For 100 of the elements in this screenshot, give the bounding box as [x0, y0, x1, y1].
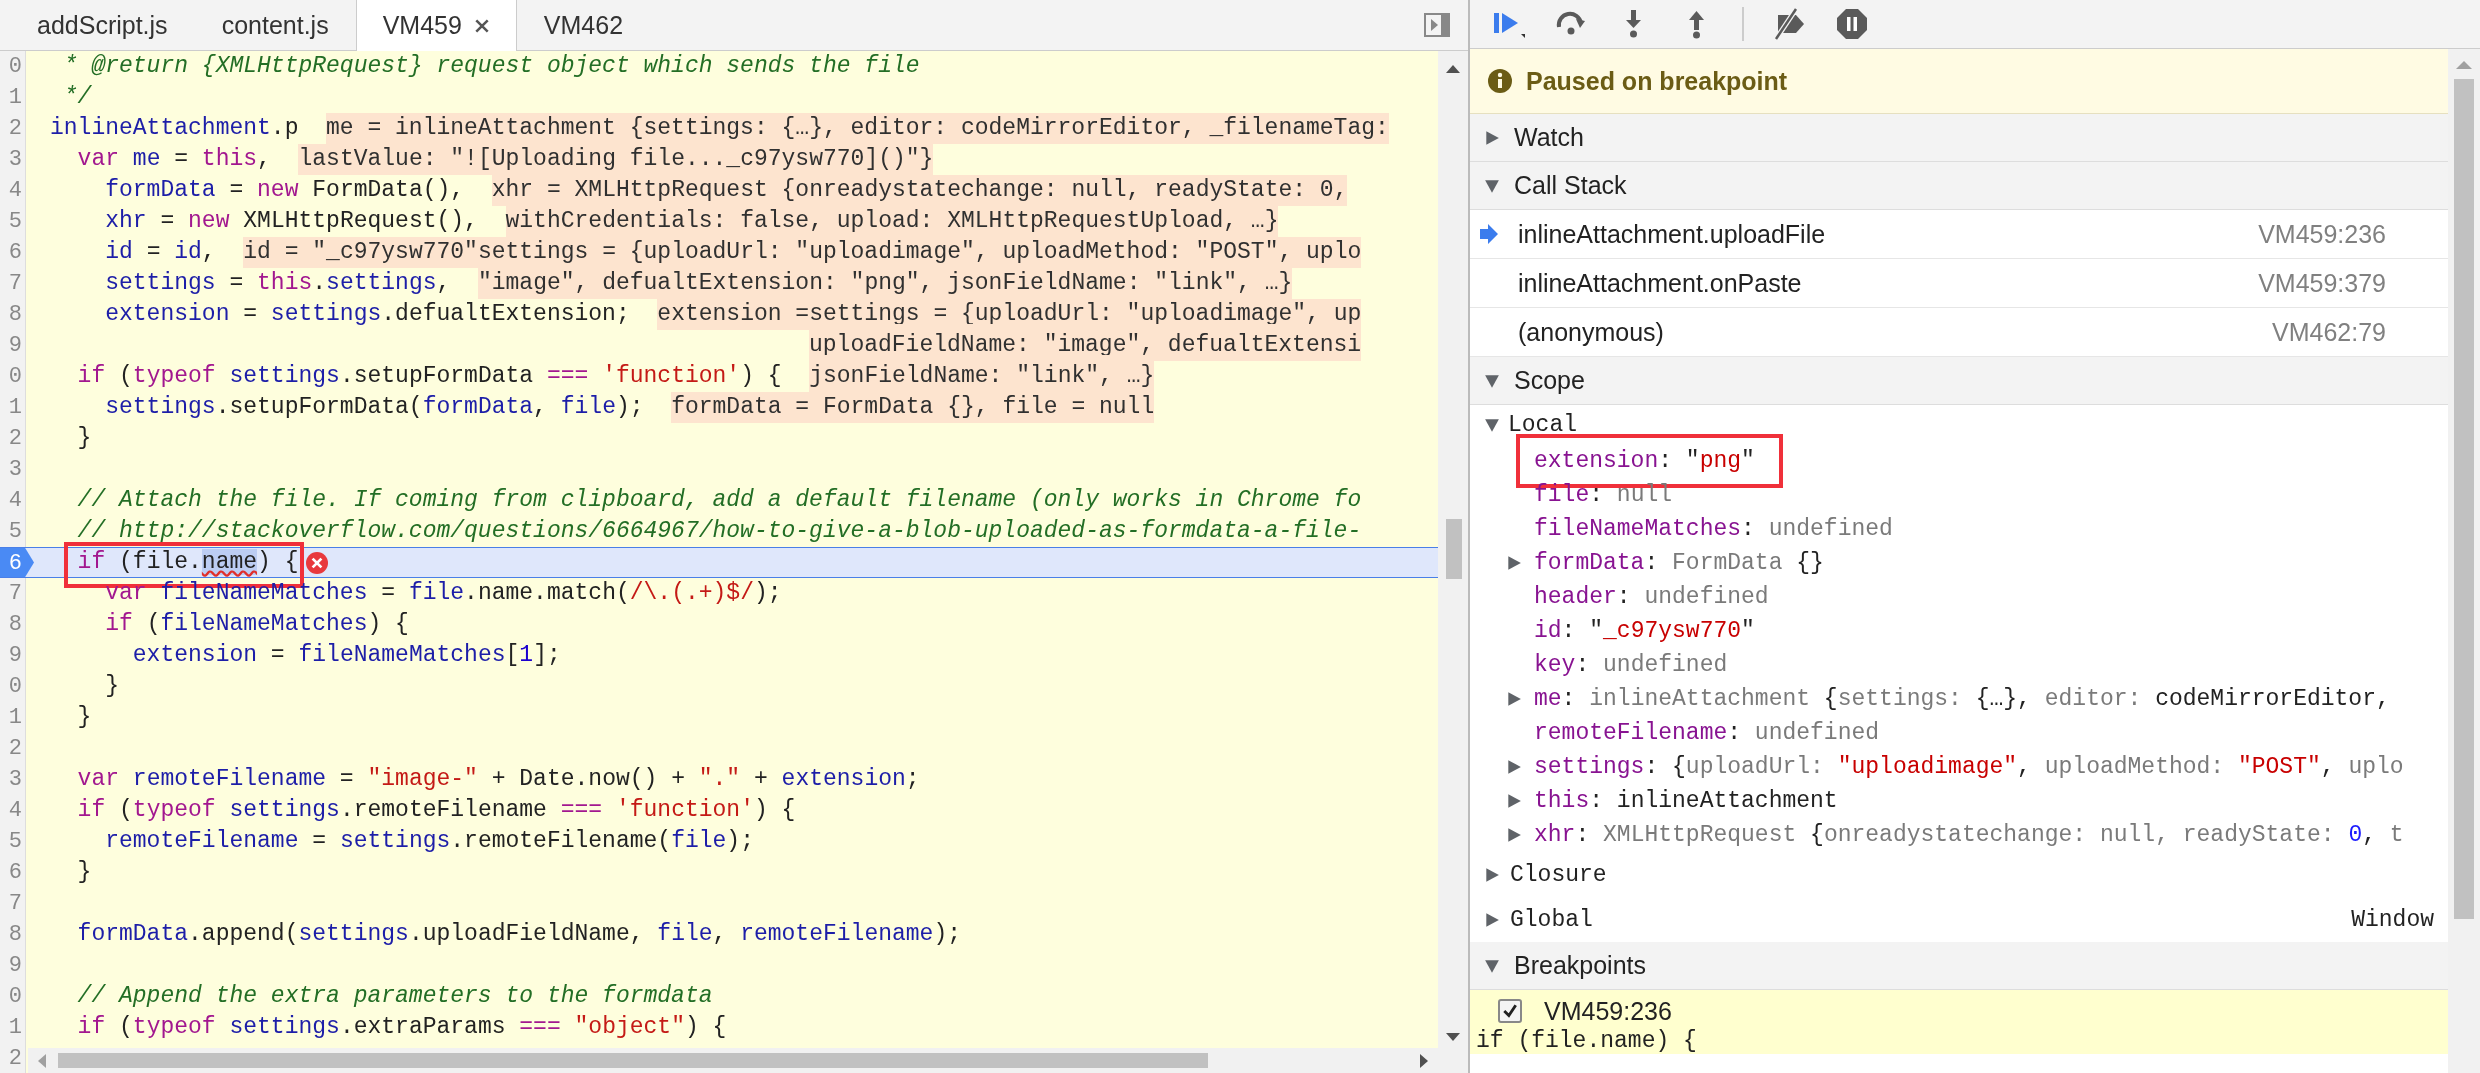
code-text: xhr = new XMLHttpRequest(),: [104, 207, 478, 236]
scroll-thumb[interactable]: [58, 1053, 1208, 1068]
line-number[interactable]: 9: [0, 330, 26, 361]
line-number[interactable]: 5: [0, 206, 26, 237]
pause-exceptions-icon: [1835, 7, 1869, 41]
inline-value: settings = {uploadUrl: "uploadimage", uploadMethod: "POST", uplo: [477, 237, 1362, 268]
editor-tab[interactable]: VM462: [516, 0, 651, 50]
close-icon[interactable]: [473, 17, 490, 34]
code-text: }: [76, 858, 92, 887]
line-number[interactable]: 7: [0, 888, 26, 919]
scope-variable: xhr: XMLHttpRequest {onreadystatechange: null, readyState: 0, t: [1534, 822, 2404, 848]
call-stack-header[interactable]: Call Stack: [1470, 162, 2448, 210]
checkmark-icon: [1502, 1003, 1518, 1019]
scope-header[interactable]: Scope: [1470, 357, 2448, 405]
scope-variable: header: undefined: [1534, 584, 1769, 610]
line-number[interactable]: 6: [0, 548, 34, 577]
expand-arrow-icon[interactable]: [1484, 957, 1500, 974]
code-text: // Attach the file. If coming from clipboard, add a default filename (only works in Chrome fo: [76, 486, 1362, 515]
expand-arrow-icon[interactable]: [1506, 827, 1522, 843]
line-number[interactable]: 2: [0, 113, 26, 144]
line-number[interactable]: 0: [0, 981, 26, 1012]
scroll-arrow-icon[interactable]: [1446, 63, 1460, 73]
line-number[interactable]: 5: [0, 826, 26, 857]
line-number[interactable]: 4: [0, 795, 26, 826]
line-number[interactable]: 3: [0, 764, 26, 795]
line-number[interactable]: 7: [0, 578, 26, 609]
breakpoints-header[interactable]: Breakpoints: [1470, 942, 2448, 990]
line-number[interactable]: 1: [0, 1012, 26, 1043]
line-number[interactable]: 8: [0, 919, 26, 950]
line-number[interactable]: 9: [0, 950, 26, 981]
breakpoint-item[interactable]: VM459:236 if (file.name) {: [1470, 990, 2448, 1054]
scope-variable: remoteFilename: undefined: [1534, 720, 1880, 746]
breakpoint-code: if (file.name) {: [1476, 1028, 1698, 1054]
line-number[interactable]: 0: [0, 671, 26, 702]
expand-arrow-icon[interactable]: [1506, 691, 1522, 707]
expand-arrow-icon[interactable]: [1506, 793, 1522, 809]
watch-header[interactable]: Watch: [1470, 114, 2448, 162]
line-number[interactable]: 4: [0, 175, 26, 206]
line-number[interactable]: 6: [0, 237, 26, 268]
expand-arrow-icon[interactable]: [1484, 911, 1500, 928]
scroll-thumb[interactable]: [1446, 519, 1462, 579]
vertical-scrollbar[interactable]: [1438, 51, 1468, 1073]
line-number[interactable]: 1: [0, 82, 26, 113]
code-text: var me = this,: [76, 145, 271, 174]
line-number[interactable]: 7: [0, 268, 26, 299]
expand-arrow-icon[interactable]: [1506, 759, 1522, 775]
line-number[interactable]: 5: [0, 516, 26, 547]
code-text: if (fileNameMatches) {: [104, 610, 409, 639]
editor-tab[interactable]: addScript.js: [10, 0, 195, 50]
editor-tab[interactable]: VM459: [355, 0, 517, 51]
expand-arrow-icon[interactable]: [1484, 416, 1500, 433]
expand-arrow-icon[interactable]: [1484, 177, 1500, 194]
horizontal-scrollbar[interactable]: [28, 1048, 1438, 1073]
scroll-thumb[interactable]: [2454, 79, 2474, 919]
line-number[interactable]: 0: [0, 51, 26, 82]
line-number[interactable]: 2: [0, 1043, 26, 1073]
expand-arrow-icon[interactable]: [1506, 555, 1522, 571]
info-icon: [1488, 69, 1512, 93]
code-text: extension = fileNameMatches[1];: [131, 641, 561, 670]
code-text: }: [76, 424, 92, 453]
line-number[interactable]: 8: [0, 609, 26, 640]
line-number[interactable]: 2: [0, 733, 26, 764]
checkbox[interactable]: [1498, 999, 1522, 1023]
scope-title[interactable]: Local: [1508, 411, 1577, 438]
scope-variable: formData: FormData {}: [1534, 550, 1824, 576]
scope-variable: key: undefined: [1534, 652, 1728, 678]
scope-variable: fileNameMatches: undefined: [1534, 516, 1893, 542]
scope-variable: settings: {uploadUrl: "uploadimage", uploadMethod: "POST", uplo: [1534, 754, 2404, 780]
panel-toggle-icon[interactable]: [1424, 13, 1450, 37]
line-number[interactable]: 1: [0, 392, 26, 423]
code-text: if (typeof settings.remoteFilename === 'function') {: [76, 796, 796, 825]
line-number[interactable]: 9: [0, 640, 26, 671]
line-number[interactable]: 6: [0, 857, 26, 888]
expand-arrow-icon[interactable]: [1484, 129, 1500, 146]
pause-exceptions-button[interactable]: [1834, 6, 1870, 42]
code-text: id = id,: [104, 238, 216, 267]
line-number[interactable]: 2: [0, 423, 26, 454]
expand-arrow-icon[interactable]: [1484, 372, 1500, 389]
code-text: inlineAttachment.p: [50, 114, 299, 143]
line-number[interactable]: 1: [0, 702, 26, 733]
inline-value: extension =: [657, 299, 810, 330]
line-number[interactable]: 3: [0, 454, 26, 485]
line-number[interactable]: 8: [0, 299, 26, 330]
scroll-arrow-icon[interactable]: [1446, 1033, 1460, 1043]
code-text: settings.setupFormData(formData, file);: [104, 393, 644, 422]
code-text: extension = settings.defualtExtension;: [104, 300, 630, 329]
code-text: if (file.name) {: [50, 547, 299, 578]
expand-arrow-icon[interactable]: [1484, 866, 1500, 883]
scroll-arrow-icon[interactable]: [1420, 1054, 1430, 1068]
scope-title[interactable]: Closure: [1510, 861, 2448, 888]
inline-value: me = inlineAttachment {settings: {…}, editor: codeMirrorEditor, _filenameTag:: [326, 113, 1389, 144]
inline-value: xhr = XMLHttpRequest {onreadystatechange: null, readyState: 0,: [491, 175, 1348, 206]
code-text: // http://stackoverflow.com/questions/6664967/how-to-give-a-blob-uploaded-as-formdata-a-file-: [76, 517, 1362, 546]
editor-tab[interactable]: content.js: [194, 0, 356, 50]
scope-title[interactable]: Global: [1510, 906, 2342, 933]
vertical-scrollbar[interactable]: [2448, 49, 2480, 1073]
code-text: settings = this.settings,: [104, 269, 451, 298]
line-number[interactable]: 4: [0, 485, 26, 516]
line-number[interactable]: 0: [0, 361, 26, 392]
line-number[interactable]: 3: [0, 144, 26, 175]
